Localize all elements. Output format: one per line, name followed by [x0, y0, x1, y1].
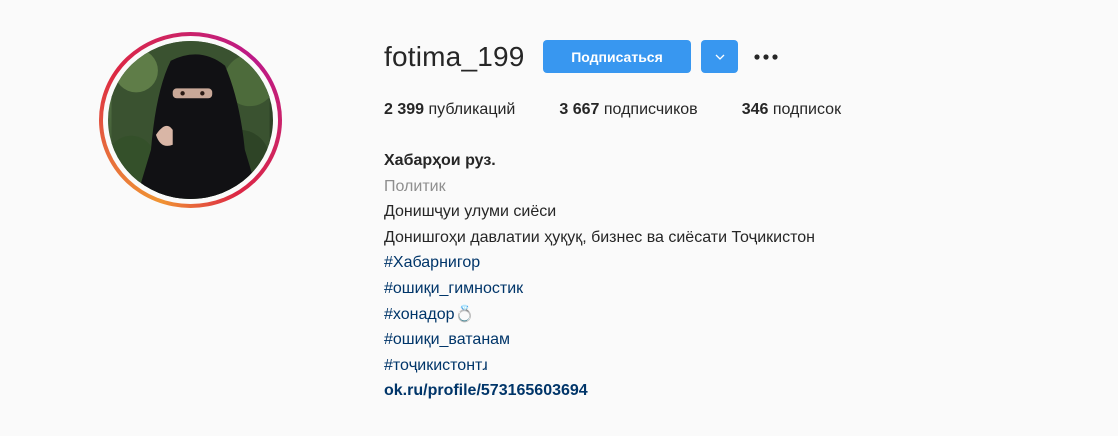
bio-line: Донишҷуи улуми сиёси: [384, 203, 557, 221]
profile-bio: Хабарҳои руз. Политик Донишҷуи улуми сиё…: [384, 148, 815, 404]
suggestions-dropdown-button[interactable]: [701, 40, 738, 73]
stat-label: публикаций: [428, 101, 516, 118]
hashtag-link[interactable]: #Хабарнигор: [384, 250, 815, 276]
followers-count[interactable]: 3 667 подписчиков: [559, 101, 697, 119]
profile-header: fotima_199: [384, 40, 525, 74]
stat-label: подписок: [772, 101, 842, 118]
more-options-button[interactable]: [750, 43, 782, 71]
stat-label: подписчиков: [603, 101, 698, 118]
profile-page: fotima_199 Подписаться 2 399 публикаций …: [0, 0, 1118, 436]
profile-stats: 2 399 публикаций 3 667 подписчиков 346 п…: [384, 101, 885, 119]
username: fotima_199: [384, 41, 525, 72]
follow-button[interactable]: Подписаться: [543, 40, 691, 73]
more-horizontal-icon: [754, 54, 778, 60]
category-label: Политик: [384, 177, 446, 195]
hashtag-link[interactable]: #ошиқи_ватанам: [384, 327, 815, 353]
posts-count: 2 399 публикаций: [384, 101, 515, 119]
external-link[interactable]: ok.ru/profile/573165603694: [384, 382, 588, 399]
avatar[interactable]: [108, 41, 273, 199]
chevron-down-icon: [715, 54, 724, 60]
bio-line: Донишгоҳи давлатии ҳуқуқ, бизнес ва сиёс…: [384, 228, 815, 246]
hashtag-link[interactable]: #тоҷикистонтɹ: [384, 353, 815, 379]
avatar-gap: [103, 36, 278, 204]
story-ring[interactable]: [99, 32, 282, 208]
stat-value: 2 399: [384, 101, 425, 118]
full-name: Хабарҳои руз.: [384, 152, 496, 169]
stat-value: 3 667: [559, 101, 600, 118]
hashtag-link[interactable]: #хонадор💍: [384, 302, 815, 328]
hashtag-link[interactable]: #ошиқи_гимностик: [384, 276, 815, 302]
following-count[interactable]: 346 подписок: [742, 101, 841, 119]
avatar-image: [108, 41, 273, 199]
stat-value: 346: [741, 101, 769, 118]
